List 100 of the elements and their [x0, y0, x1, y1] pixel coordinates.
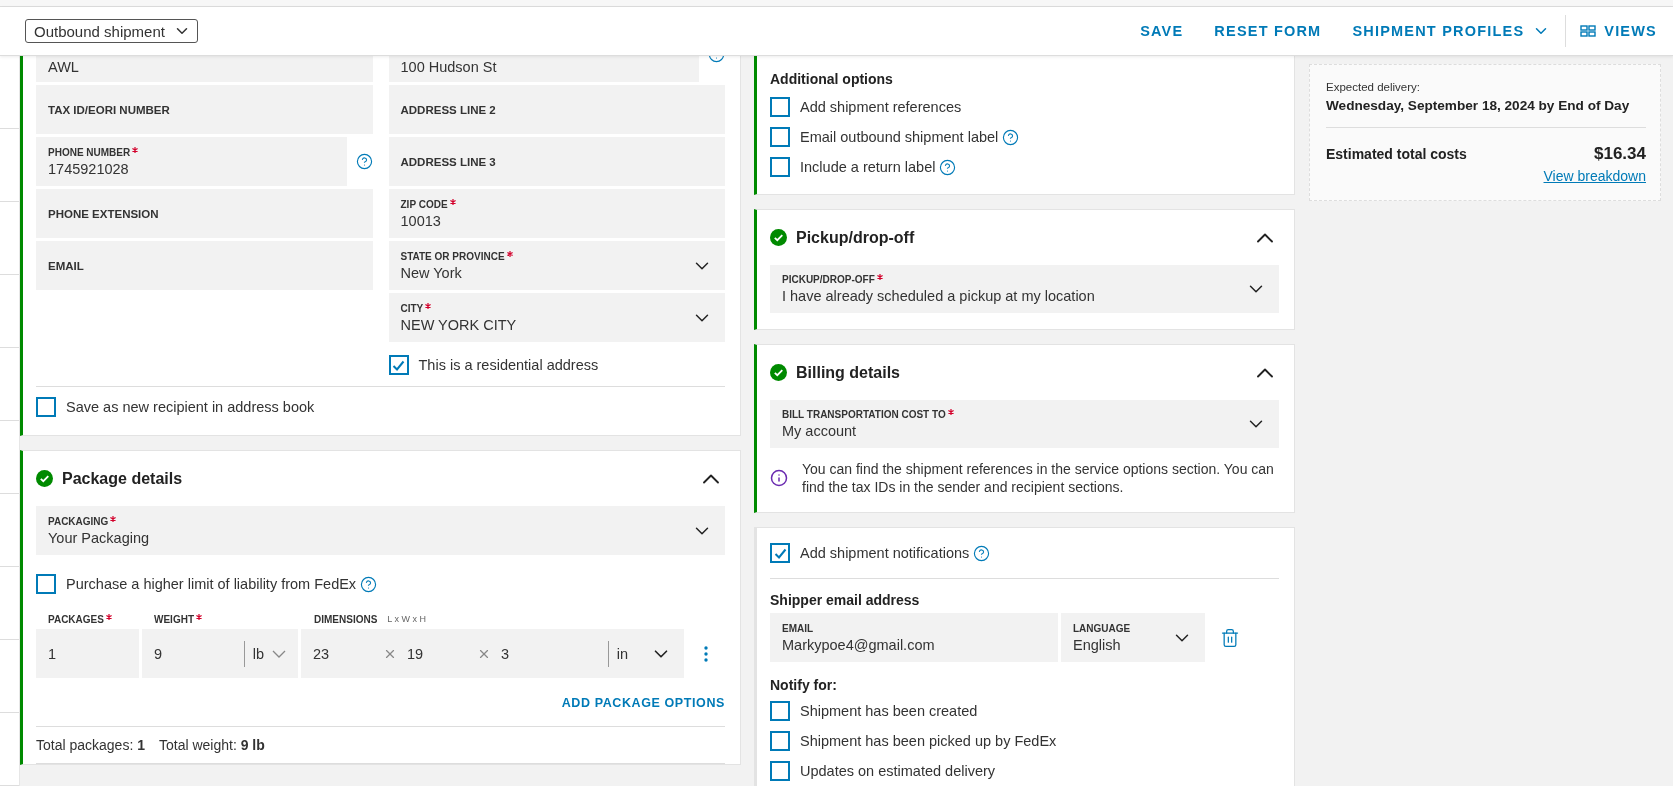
check-circle-icon — [36, 470, 53, 487]
checkbox-label: Purchase a higher limit of liability from FedEx — [66, 576, 357, 592]
checkbox-label: Shipment has been picked up by FedEx — [800, 733, 1057, 749]
checkbox[interactable] — [36, 397, 56, 417]
views-icon — [1580, 25, 1597, 37]
field-label: PHONE NUMBER — [48, 146, 335, 158]
trash-icon[interactable] — [1220, 627, 1240, 648]
total-text: Total weight: 9 lb — [158, 737, 265, 753]
field-label: LANGUAGE — [1073, 622, 1132, 634]
column-label: DIMENSIONS — [314, 613, 378, 625]
column-label: PACKAGES — [48, 613, 104, 625]
checkbox-label: Add shipment references — [800, 99, 962, 115]
shipment-type-select[interactable]: Outbound shipment — [25, 19, 198, 43]
field-label: TAX ID/EORI NUMBER — [48, 103, 171, 116]
checkbox[interactable] — [388, 355, 409, 375]
check-icon — [392, 359, 405, 371]
help-icon[interactable] — [360, 575, 378, 593]
input-field[interactable]: 100 Hudson St — [388, 56, 699, 82]
field-label: EMAIL — [48, 259, 85, 272]
field-value: Your Packaging — [48, 529, 151, 546]
field-value: 1745921028 — [48, 160, 130, 177]
input-field[interactable]: ZIP CODE 10013 — [388, 189, 725, 238]
dimension-hint: L x W x H — [387, 613, 426, 624]
field-label: PACKAGING — [48, 515, 691, 527]
input-field[interactable]: EMAIL — [36, 241, 373, 290]
select-field[interactable]: PICKUP/DROP-OFF I have already scheduled a pickup at my location — [770, 265, 1279, 313]
input-field[interactable]: EMAIL Markypoe4@gmail.com — [770, 613, 1058, 662]
field-label: BILL TRANSPORTATION COST TO — [782, 409, 1245, 420]
input-field[interactable]: 9 lb — [142, 629, 298, 678]
field-value: Markypoe4@gmail.com — [782, 636, 936, 653]
toolbar-button[interactable]: SHIPMENT PROFILES — [1352, 22, 1551, 40]
field-value: My account — [782, 423, 858, 439]
field-value: NEW YORK CITY — [400, 316, 518, 333]
views-button[interactable]: VIEWS — [1565, 15, 1657, 47]
field-value: English — [1073, 636, 1122, 653]
help-icon[interactable] — [939, 158, 957, 176]
delivery-label: Expected delivery: — [1326, 81, 1421, 93]
checkbox[interactable] — [770, 97, 790, 117]
toolbar-button[interactable]: SAVE — [1140, 23, 1184, 39]
input-field[interactable]: ADDRESS LINE 3 — [388, 137, 725, 186]
select-field[interactable]: BILL TRANSPORTATION COST TO My account — [770, 400, 1279, 448]
checkbox-label: This is a residential address — [418, 357, 599, 373]
unit-select[interactable]: in — [607, 640, 672, 667]
help-icon[interactable] — [355, 153, 373, 170]
checkbox-label: Include a return label — [800, 159, 936, 175]
field-label: ADDRESS LINE 2 — [400, 103, 497, 116]
checkbox-label: Updates on estimated delivery — [800, 763, 996, 779]
section-title: Billing details — [796, 363, 900, 382]
checkbox-label: Add shipment notifications — [800, 545, 970, 561]
select-field[interactable]: PACKAGING Your Packaging — [36, 506, 725, 555]
help-icon[interactable] — [973, 544, 991, 562]
field-label: ADDRESS LINE 3 — [400, 155, 497, 168]
section-heading: Shipper email address — [770, 592, 920, 608]
checkbox-label: Email outbound shipment label — [800, 129, 999, 145]
dimensions-field[interactable]: 23 19 3 in — [301, 629, 684, 678]
add-package-options-link[interactable]: ADD PACKAGE OPTIONS — [561, 696, 725, 710]
select-field[interactable]: CITY NEW YORK CITY — [388, 293, 725, 342]
select-field[interactable]: LANGUAGE English — [1061, 613, 1205, 662]
field-value: AWL — [48, 59, 80, 75]
toolbar-button[interactable]: RESET FORM — [1214, 23, 1322, 39]
column-label: WEIGHT — [154, 613, 194, 625]
total-text: Total packages: 1 — [36, 737, 145, 753]
check-icon — [773, 547, 787, 559]
input-field[interactable]: AWL — [36, 56, 373, 82]
input-field[interactable]: PHONE EXTENSION — [36, 189, 373, 238]
checkbox-label: Shipment has been created — [800, 703, 978, 719]
field-label: EMAIL — [782, 622, 815, 634]
checkbox[interactable] — [770, 543, 790, 563]
field-label: ZIP CODE — [400, 198, 713, 210]
check-circle-icon — [770, 229, 787, 246]
unit-select[interactable]: lb — [243, 640, 286, 667]
chevron-down-icon — [272, 649, 286, 658]
cost-label: Estimated total costs — [1326, 146, 1467, 162]
info-icon — [770, 469, 788, 487]
checkbox[interactable] — [770, 127, 790, 147]
input-field[interactable]: TAX ID/EORI NUMBER — [36, 85, 373, 134]
input-field[interactable]: 1 — [36, 629, 139, 678]
select-field[interactable]: STATE OR PROVINCE New York — [388, 241, 725, 290]
field-value: I have already scheduled a pickup at my location — [782, 288, 1096, 304]
checkbox-label: Save as new recipient in address book — [66, 399, 315, 415]
view-breakdown-link[interactable]: View breakdown — [1543, 168, 1646, 184]
checkbox[interactable] — [770, 157, 790, 177]
field-value: 10013 — [400, 212, 442, 229]
section-title: Package details — [62, 469, 183, 488]
info-text: You can find the shipment references in the service options section. You can find the tax IDs in the sender and recipient sections. — [802, 460, 1275, 496]
field-label: PICKUP/DROP-OFF — [782, 274, 1245, 285]
checkbox[interactable] — [770, 701, 790, 721]
input-field[interactable]: PHONE NUMBER 1745921028 — [36, 137, 347, 186]
check-circle-icon — [770, 364, 787, 381]
section-heading: Notify for: — [770, 677, 837, 693]
section-title: Additional options — [770, 71, 893, 87]
field-label: PHONE EXTENSION — [48, 207, 160, 220]
checkbox[interactable] — [36, 574, 56, 594]
checkbox[interactable] — [770, 731, 790, 751]
input-field[interactable]: ADDRESS LINE 2 — [388, 85, 725, 134]
help-icon[interactable] — [1002, 128, 1020, 146]
checkbox[interactable] — [770, 761, 790, 781]
section-title: Pickup/drop-off — [796, 228, 915, 247]
field-value: 100 Hudson St — [400, 59, 498, 75]
field-label: STATE OR PROVINCE — [400, 250, 691, 262]
